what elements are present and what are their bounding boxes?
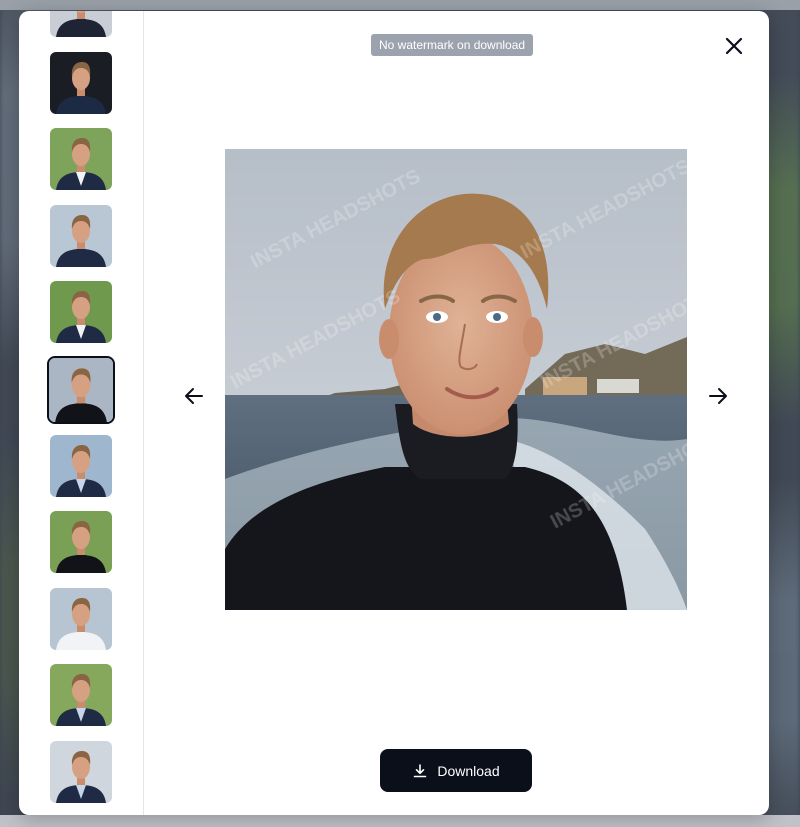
headshot-preview-image: INSTA HEADSHOTS INSTA HEADSHOTS INSTA HE… [225, 149, 687, 610]
preview-area: No watermark on download INSTA HEADSHOTS… [144, 11, 769, 815]
headshot-thumbnail-image [50, 741, 112, 803]
background-top-strip [0, 0, 800, 10]
headshot-thumbnail-image [50, 204, 112, 267]
thumbnail-item[interactable] [50, 511, 112, 574]
close-button[interactable] [722, 34, 746, 58]
thumbnail-item[interactable] [50, 664, 112, 727]
headshot-thumbnail-image [50, 511, 112, 574]
thumbnail-item[interactable] [47, 356, 115, 424]
thumbnail-item[interactable] [50, 434, 112, 497]
previous-image-button[interactable] [182, 384, 206, 408]
background-bottom-strip [0, 815, 800, 827]
headshot-thumbnail-image [50, 664, 112, 727]
thumbnail-item[interactable] [50, 587, 112, 650]
close-icon [725, 37, 743, 55]
headshot-thumbnail-image [49, 358, 113, 422]
download-icon [414, 763, 427, 777]
next-image-button[interactable] [706, 384, 730, 408]
headshot-thumbnail-image [50, 587, 112, 650]
thumbnail-sidebar[interactable] [19, 11, 144, 815]
download-button-label: Download [437, 762, 500, 779]
thumbnail-item[interactable] [50, 11, 112, 37]
thumbnail-item[interactable] [50, 741, 112, 803]
thumbnail-item[interactable] [50, 128, 112, 191]
headshot-thumbnail-image [50, 434, 112, 497]
download-button[interactable]: Download [380, 749, 532, 792]
arrow-right-icon [709, 388, 727, 404]
headshot-thumbnail-image [50, 128, 112, 191]
headshot-thumbnail-image [50, 51, 112, 114]
headshot-thumbnail-image [50, 281, 112, 344]
arrow-left-icon [185, 388, 203, 404]
thumbnail-item[interactable] [50, 204, 112, 267]
image-viewer-modal: No watermark on download INSTA HEADSHOTS… [19, 11, 769, 815]
no-watermark-badge: No watermark on download [371, 34, 534, 56]
thumbnail-item[interactable] [50, 281, 112, 344]
thumbnail-item[interactable] [50, 51, 112, 114]
headshot-thumbnail-image [50, 11, 112, 37]
